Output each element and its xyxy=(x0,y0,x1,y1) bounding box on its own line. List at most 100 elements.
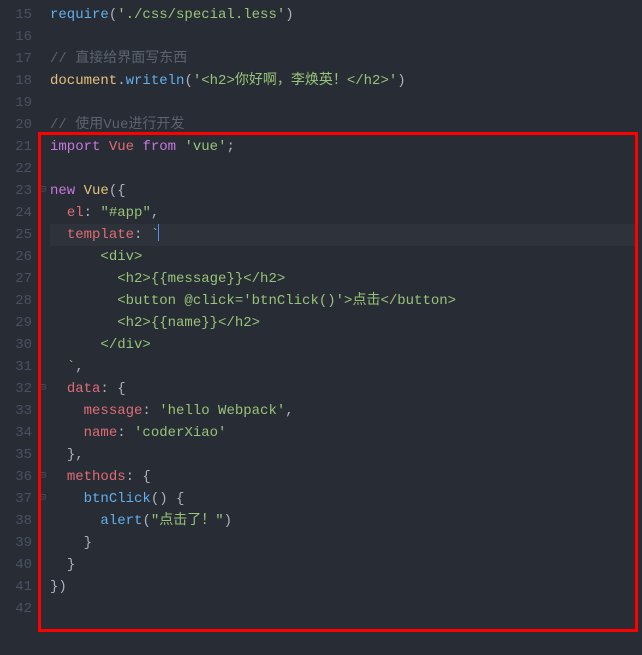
token xyxy=(100,139,108,155)
fold-marker xyxy=(40,334,50,356)
token: 'coderXiao' xyxy=(134,425,226,441)
fold-marker[interactable]: ⊟ xyxy=(40,466,50,488)
token: import xyxy=(50,139,100,155)
code-line[interactable]: require('./css/special.less') xyxy=(50,4,642,26)
line-number: 35 xyxy=(0,444,32,466)
fold-column: ⊟⊟⊟⊟ xyxy=(40,4,50,620)
code-line[interactable]: alert("点击了！") xyxy=(50,510,642,532)
token: Vue xyxy=(109,139,134,155)
token: template xyxy=(67,227,134,243)
token: }) xyxy=(50,579,67,595)
fold-marker xyxy=(40,92,50,114)
fold-marker xyxy=(40,312,50,334)
token: 'hello Webpack' xyxy=(159,403,285,419)
code-line[interactable]: <button @click='btnClick()'>点击</button> xyxy=(50,290,642,312)
code-line[interactable]: `, xyxy=(50,356,642,378)
code-line[interactable]: <div> xyxy=(50,246,642,268)
token: : xyxy=(117,425,134,441)
token: 'vue' xyxy=(184,139,226,155)
token: }, xyxy=(67,447,84,463)
fold-marker xyxy=(40,510,50,532)
line-number: 19 xyxy=(0,92,32,114)
code-line[interactable] xyxy=(50,598,642,620)
fold-marker xyxy=(40,554,50,576)
line-number: 38 xyxy=(0,510,32,532)
code-line[interactable]: message: 'hello Webpack', xyxy=(50,400,642,422)
code-line[interactable]: el: "#app", xyxy=(50,202,642,224)
token: } xyxy=(84,535,92,551)
token: <h2>{{message}}</h2> xyxy=(117,271,285,287)
code-line[interactable]: // 直接给界面写东西 xyxy=(50,48,642,70)
fold-marker xyxy=(40,158,50,180)
code-line[interactable] xyxy=(50,92,642,114)
line-number: 26 xyxy=(0,246,32,268)
line-number: 33 xyxy=(0,400,32,422)
token: alert xyxy=(100,513,142,529)
token: : xyxy=(134,227,151,243)
token: methods xyxy=(67,469,126,485)
code-line[interactable] xyxy=(50,26,642,48)
code-line[interactable]: document.writeln('<h2>你好啊，李焕英！</h2>') xyxy=(50,70,642,92)
code-line[interactable]: btnClick() { xyxy=(50,488,642,510)
token: ) xyxy=(285,7,293,23)
code-line[interactable]: }) xyxy=(50,576,642,598)
fold-marker[interactable]: ⊟ xyxy=(40,378,50,400)
line-number: 22 xyxy=(0,158,32,180)
code-line[interactable]: <h2>{{message}}</h2> xyxy=(50,268,642,290)
code-line[interactable]: <h2>{{name}}</h2> xyxy=(50,312,642,334)
token: writeln xyxy=(126,73,185,89)
token: () { xyxy=(151,491,185,507)
token: ; xyxy=(226,139,234,155)
token: ) xyxy=(224,513,232,529)
token: ( xyxy=(184,73,192,89)
token: // 直接给界面写东西 xyxy=(50,51,187,67)
token: require xyxy=(50,7,109,23)
token: ( xyxy=(142,513,150,529)
line-number: 42 xyxy=(0,598,32,620)
token: , xyxy=(75,359,83,375)
line-number: 18 xyxy=(0,70,32,92)
code-line[interactable]: } xyxy=(50,532,642,554)
code-area[interactable]: require('./css/special.less') // 直接给界面写东西… xyxy=(50,4,642,620)
token: <button @click='btnClick()'>点击</button> xyxy=(117,293,456,309)
code-line[interactable]: template: ` xyxy=(50,224,642,246)
fold-marker xyxy=(40,48,50,70)
token: : xyxy=(84,205,101,221)
code-line[interactable]: methods: { xyxy=(50,466,642,488)
fold-marker xyxy=(40,26,50,48)
line-number: 16 xyxy=(0,26,32,48)
text-cursor xyxy=(158,224,159,241)
code-line[interactable] xyxy=(50,158,642,180)
fold-marker[interactable]: ⊟ xyxy=(40,180,50,202)
fold-marker xyxy=(40,246,50,268)
token: } xyxy=(67,557,75,573)
token: "#app" xyxy=(100,205,150,221)
code-line[interactable]: }, xyxy=(50,444,642,466)
fold-marker xyxy=(40,70,50,92)
fold-marker[interactable]: ⊟ xyxy=(40,488,50,510)
token: new xyxy=(50,183,75,199)
fold-marker xyxy=(40,400,50,422)
fold-marker xyxy=(40,598,50,620)
token: . xyxy=(117,73,125,89)
code-line[interactable]: name: 'coderXiao' xyxy=(50,422,642,444)
token: message xyxy=(84,403,143,419)
token: document xyxy=(50,73,117,89)
code-line[interactable]: } xyxy=(50,554,642,576)
fold-marker xyxy=(40,422,50,444)
code-line[interactable]: // 使用Vue进行开发 xyxy=(50,114,642,136)
token: </div> xyxy=(100,337,150,353)
line-number: 39 xyxy=(0,532,32,554)
line-number: 40 xyxy=(0,554,32,576)
token: '<h2>你好啊，李焕英！</h2>' xyxy=(193,73,397,89)
token: ` xyxy=(67,359,75,375)
code-line[interactable]: data: { xyxy=(50,378,642,400)
code-line[interactable]: </div> xyxy=(50,334,642,356)
code-line[interactable]: new Vue({ xyxy=(50,180,642,202)
token: , xyxy=(151,205,159,221)
code-editor[interactable]: 1516171819202122232425262728293031323334… xyxy=(0,0,642,620)
token: <div> xyxy=(100,249,142,265)
fold-marker xyxy=(40,356,50,378)
code-line[interactable]: import Vue from 'vue'; xyxy=(50,136,642,158)
fold-marker xyxy=(40,114,50,136)
